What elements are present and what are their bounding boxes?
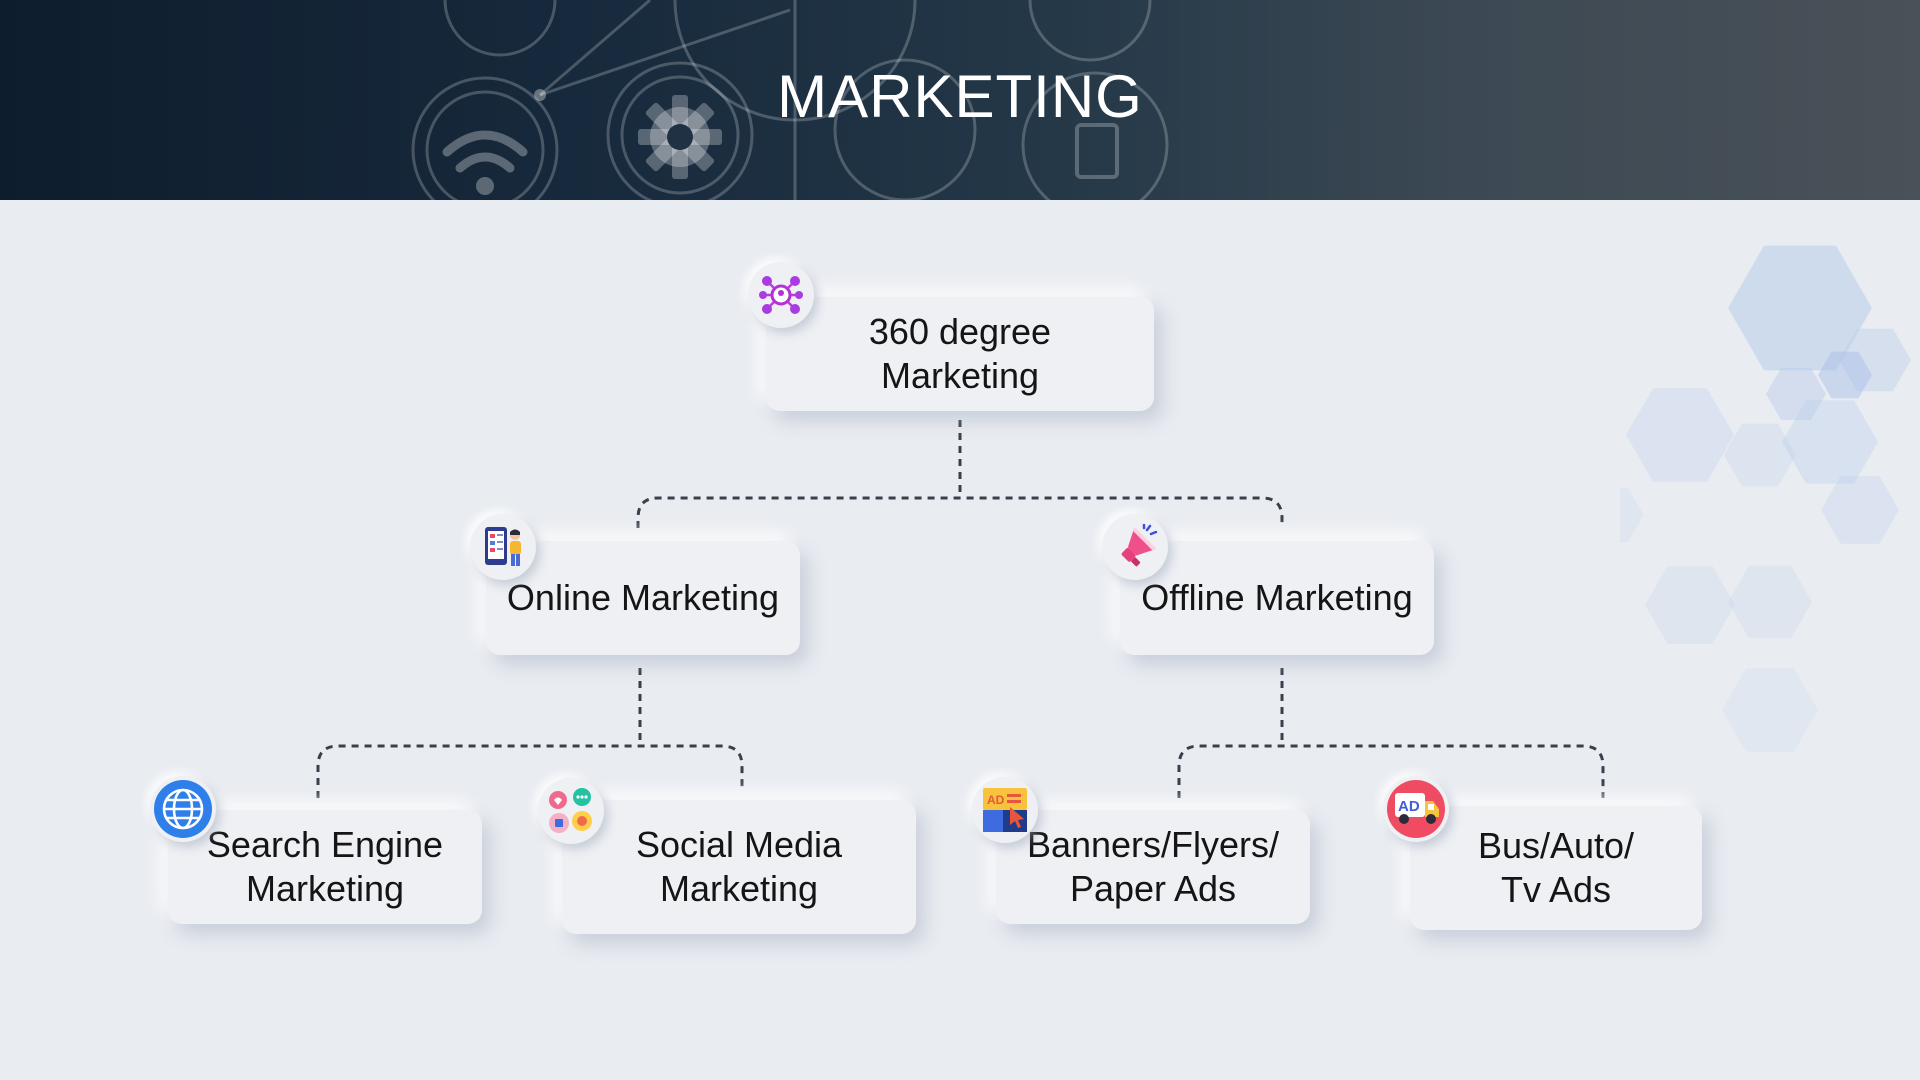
node-online-marketing-label: Online Marketing <box>506 577 780 619</box>
node-banners-flyers-paper-ads: Banners/Flyers/ Paper Ads <box>996 810 1310 924</box>
ad-truck-icon: AD <box>1383 776 1449 842</box>
connector-root-branches <box>636 496 1284 528</box>
svg-text:AD: AD <box>987 793 1005 807</box>
node-offline-marketing: Offline Marketing <box>1120 541 1434 655</box>
node-offline-marketing-label: Offline Marketing <box>1141 577 1413 619</box>
svg-text:AD: AD <box>1398 798 1420 815</box>
node-banners-flyers-paper-ads-label: Banners/Flyers/ Paper Ads <box>1026 824 1280 909</box>
network-icon <box>748 262 814 328</box>
node-root: 360 degree Marketing <box>766 297 1154 411</box>
node-bus-auto-tv-ads: Bus/Auto/ Tv Ads <box>1410 806 1702 930</box>
billboard-icon: AD <box>972 777 1038 843</box>
social-bubbles-icon <box>538 778 604 844</box>
mobile-user-icon <box>470 514 536 580</box>
node-search-engine-marketing: Search Engine Marketing <box>168 810 482 924</box>
node-social-media-marketing: Social Media Marketing <box>562 800 916 934</box>
megaphone-icon <box>1102 514 1168 580</box>
connector-online-children <box>316 744 744 798</box>
node-search-engine-marketing-label: Search Engine Marketing <box>206 824 444 909</box>
node-root-label: 360 degree Marketing <box>868 311 1052 396</box>
node-social-media-marketing-label: Social Media Marketing <box>635 824 843 909</box>
globe-icon <box>150 776 216 842</box>
node-bus-auto-tv-ads-label: Bus/Auto/ Tv Ads <box>1477 825 1635 910</box>
